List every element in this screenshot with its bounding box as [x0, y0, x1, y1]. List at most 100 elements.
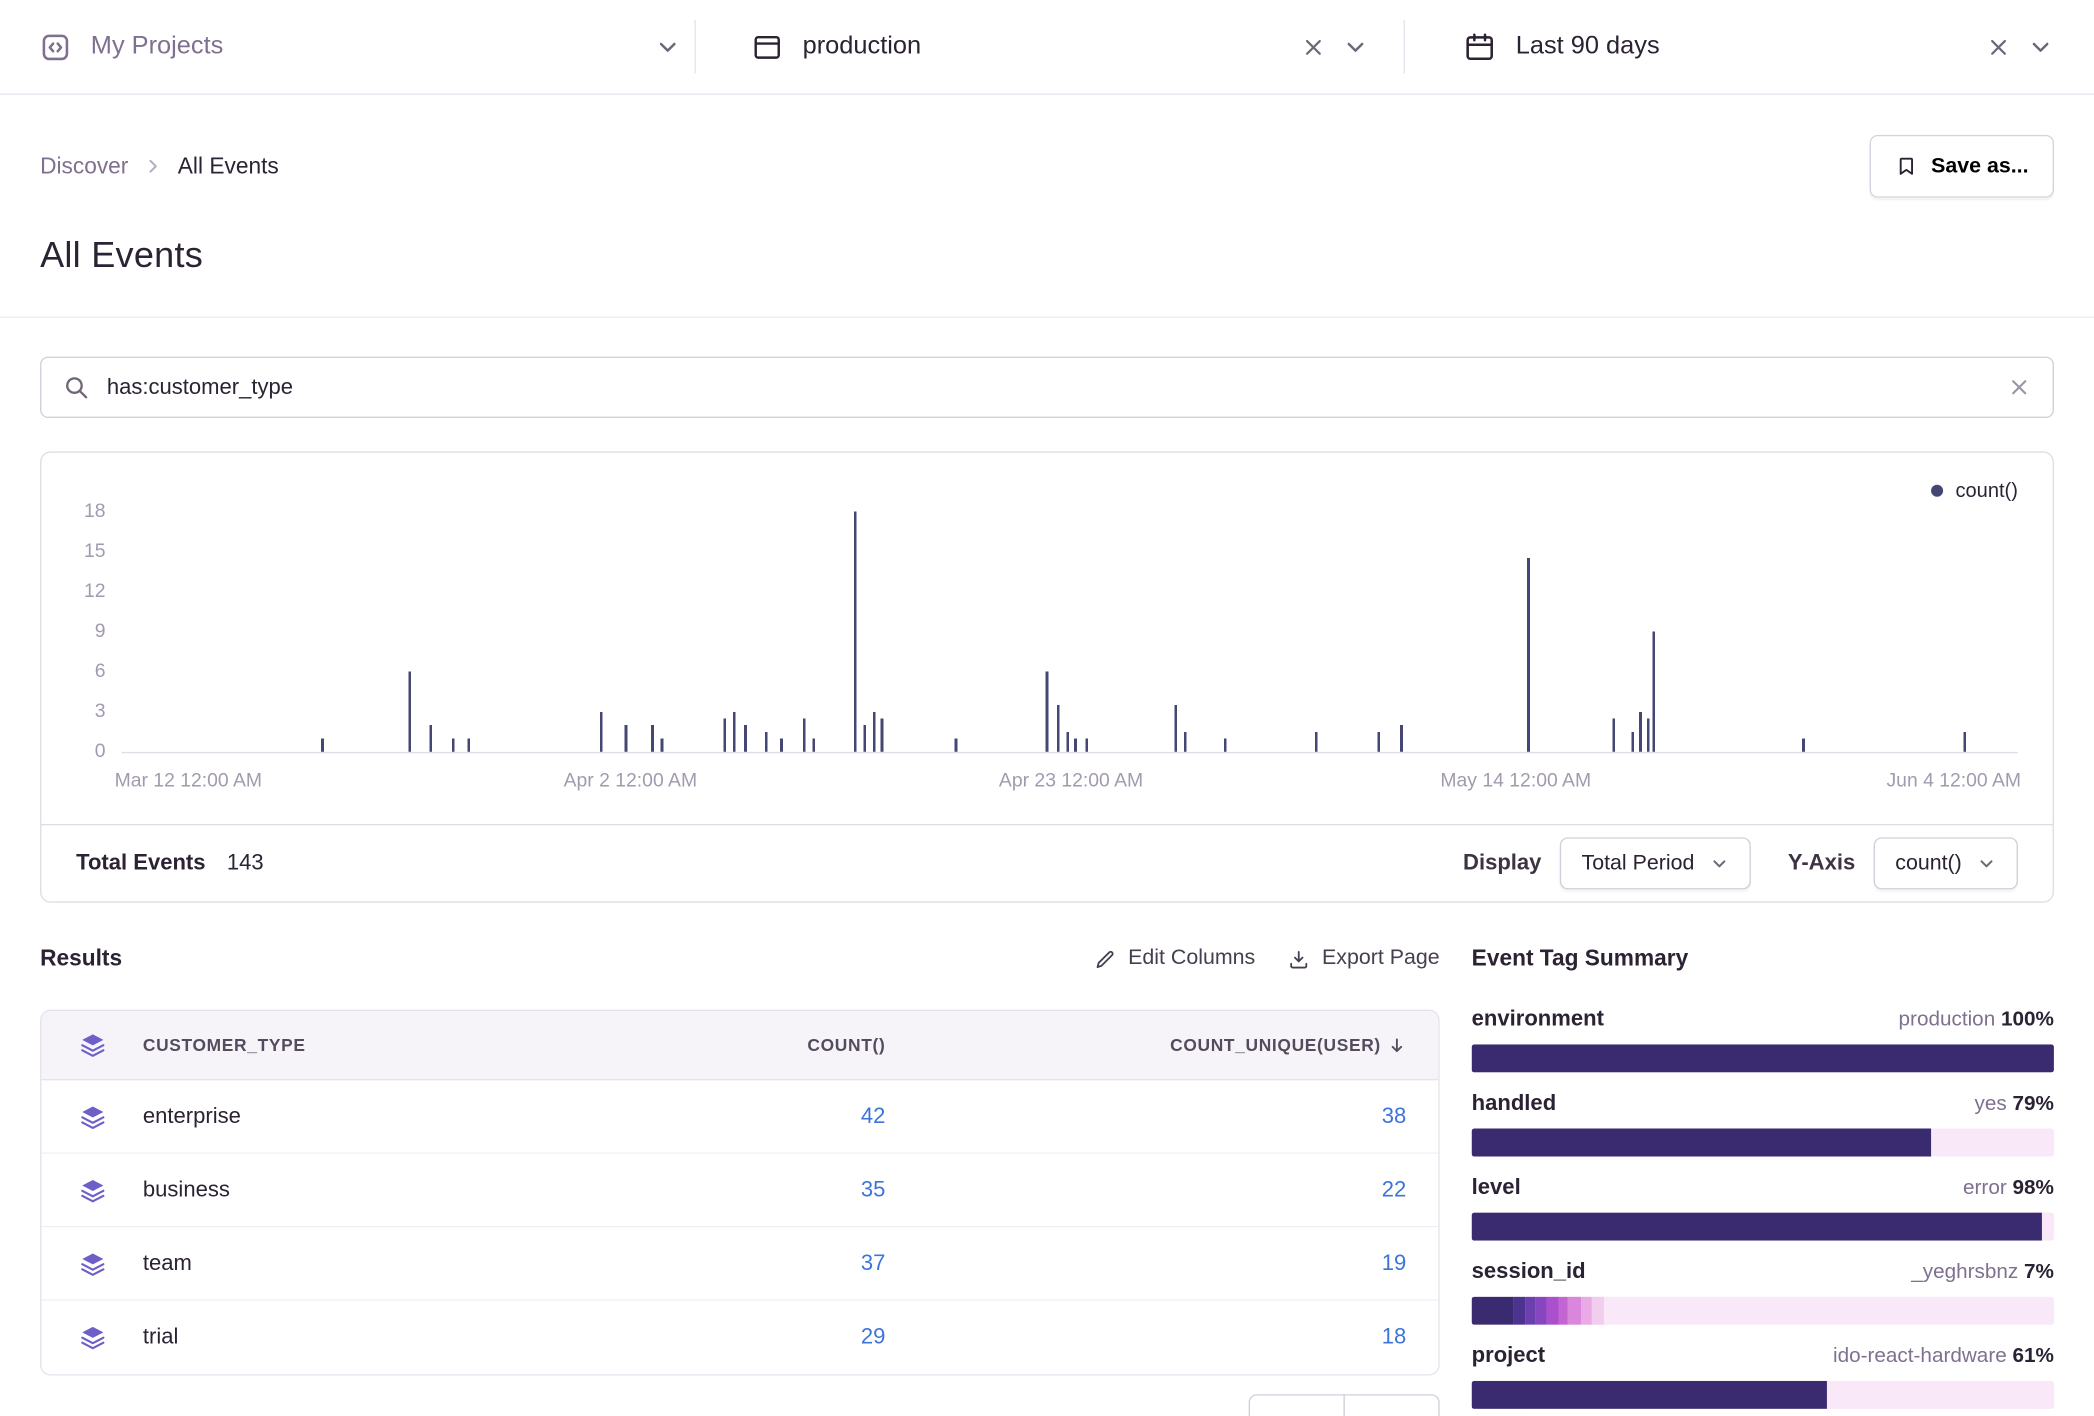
count-link[interactable]: 37: [698, 1251, 885, 1276]
events-chart-panel: count() 0 3 6 9 12 15 18 Mar 12 12:00 AM Apr 2 …: [40, 451, 2054, 902]
pagination: [40, 1394, 1440, 1416]
tag-distribution-bar: [1472, 1044, 2054, 1072]
clear-search-icon[interactable]: [2007, 375, 2031, 399]
tag-bar-segment[interactable]: [1546, 1297, 1559, 1325]
chevron-down-icon[interactable]: [2027, 33, 2054, 60]
pencil-icon: [1093, 948, 1116, 971]
column-header-count-unique-label: COUNT_UNIQUE(USER): [1170, 1035, 1381, 1055]
tag-summary-item: handledyes 79%: [1472, 1091, 2054, 1156]
event-volume-chart[interactable]: [122, 511, 2018, 751]
page-header: Discover All Events Save as... All Event…: [0, 135, 2094, 318]
breadcrumb-discover[interactable]: Discover: [40, 153, 128, 180]
customer-type-value: enterprise: [143, 1104, 699, 1129]
customer-type-value: trial: [143, 1325, 699, 1350]
results-table: CUSTOMER_TYPE COUNT() COUNT_UNIQUE(USER)…: [40, 1010, 1440, 1376]
display-label: Display: [1463, 851, 1541, 876]
tag-bar-segment[interactable]: [1536, 1297, 1546, 1325]
layers-icon: [41, 1104, 142, 1129]
y-tick-label: 12: [84, 578, 106, 605]
display-mode-value: Total Period: [1582, 851, 1695, 875]
tag-bar-segment[interactable]: [1472, 1044, 2054, 1072]
results-title: Results: [40, 946, 122, 973]
y-axis-labels: 0369121518: [41, 511, 105, 751]
search-input[interactable]: [107, 375, 1990, 400]
tag-summary-item: projectido-react-hardware 61%: [1472, 1343, 2054, 1408]
environment-selector[interactable]: production: [696, 0, 1404, 93]
x-tick-label: May 14 12:00 AM: [1440, 771, 1591, 792]
chevron-down-icon[interactable]: [654, 33, 681, 60]
y-tick-label: 6: [95, 658, 106, 685]
tag-bar-segment[interactable]: [1512, 1297, 1525, 1325]
x-tick-label: Mar 12 12:00 AM: [115, 771, 262, 792]
next-page-button[interactable]: [1343, 1394, 1439, 1416]
y-tick-label: 3: [95, 698, 106, 725]
y-tick-label: 18: [84, 498, 106, 525]
table-row[interactable]: enterprise4238: [41, 1080, 1438, 1153]
tag-top-value: ido-react-hardware 61%: [1833, 1345, 2054, 1369]
column-header-customer-type[interactable]: CUSTOMER_TYPE: [143, 1035, 699, 1055]
y-tick-label: 9: [95, 618, 106, 645]
topbar: My Projects production: [0, 0, 2094, 95]
tag-top-value: yes 79%: [1975, 1092, 2054, 1116]
tag-bar-segment[interactable]: [1592, 1297, 1605, 1325]
tag-name: level: [1472, 1175, 1521, 1200]
column-header-count-unique[interactable]: COUNT_UNIQUE(USER): [885, 1035, 1438, 1055]
chevron-right-icon: [143, 156, 163, 176]
count-unique-link[interactable]: 38: [885, 1104, 1438, 1129]
tag-bar-segment[interactable]: [1472, 1297, 1513, 1325]
y-tick-label: 0: [95, 739, 106, 766]
y-axis-dropdown[interactable]: count(): [1874, 837, 2018, 889]
tag-summary-list: environmentproduction 100%handledyes 79%…: [1472, 1007, 2054, 1409]
calendar-icon: [1464, 31, 1496, 63]
table-body: enterprise4238business3522team3719trial2…: [41, 1080, 1438, 1374]
total-events-value: 143: [227, 851, 264, 876]
table-row[interactable]: team3719: [41, 1227, 1438, 1300]
count-unique-link[interactable]: 19: [885, 1251, 1438, 1276]
x-tick-label: Apr 23 12:00 AM: [999, 771, 1143, 792]
customer-type-value: business: [143, 1177, 699, 1202]
clear-environment-icon[interactable]: [1301, 34, 1326, 59]
edit-columns-label: Edit Columns: [1128, 947, 1255, 971]
discover-page: My Projects production: [0, 0, 2094, 1416]
count-link[interactable]: 35: [698, 1177, 885, 1202]
tag-distribution-bar: [1472, 1213, 2054, 1241]
count-unique-link[interactable]: 22: [885, 1177, 1438, 1202]
tag-summary-title: Event Tag Summary: [1472, 946, 2054, 973]
tag-name: environment: [1472, 1007, 1604, 1032]
count-unique-link[interactable]: 18: [885, 1325, 1438, 1350]
tag-bar-segment[interactable]: [1568, 1297, 1581, 1325]
x-axis-line: [122, 752, 2018, 753]
display-mode-dropdown[interactable]: Total Period: [1560, 837, 1750, 889]
table-row[interactable]: business3522: [41, 1154, 1438, 1227]
tag-bar-segment[interactable]: [1525, 1297, 1535, 1325]
x-tick-label: Apr 2 12:00 AM: [564, 771, 697, 792]
column-header-count[interactable]: COUNT(): [698, 1035, 885, 1055]
table-row[interactable]: trial2918: [41, 1301, 1438, 1374]
results-header: Results Edit Columns Export Page: [40, 935, 1440, 983]
chevron-down-icon[interactable]: [1342, 33, 1369, 60]
tag-bar-segment[interactable]: [1559, 1297, 1568, 1325]
chart-legend: count(): [1931, 479, 2017, 502]
bookmark-icon: [1895, 155, 1918, 178]
count-link[interactable]: 29: [698, 1325, 885, 1350]
clear-date-range-icon[interactable]: [1986, 34, 2011, 59]
edit-columns-button[interactable]: Edit Columns: [1093, 947, 1255, 971]
previous-page-button[interactable]: [1249, 1394, 1345, 1416]
layers-icon: [41, 1032, 142, 1057]
tag-bar-segment[interactable]: [1472, 1128, 1932, 1156]
project-selector-label: My Projects: [91, 32, 224, 61]
tag-bar-segment[interactable]: [1472, 1213, 2043, 1241]
layers-icon: [41, 1251, 142, 1276]
tag-bar-segment[interactable]: [1472, 1381, 1827, 1409]
date-range-selector[interactable]: Last 90 days: [1405, 0, 2054, 93]
sort-descending-icon: [1388, 1036, 1407, 1055]
y-tick-label: 15: [84, 538, 106, 565]
total-events-label: Total Events: [76, 851, 205, 876]
save-as-button[interactable]: Save as...: [1870, 135, 2054, 198]
count-link[interactable]: 42: [698, 1104, 885, 1129]
export-page-button[interactable]: Export Page: [1287, 947, 1439, 971]
window-icon: [752, 31, 783, 62]
tag-bar-segment[interactable]: [1581, 1297, 1591, 1325]
project-selector[interactable]: My Projects: [40, 0, 694, 93]
breadcrumb-current: All Events: [178, 153, 279, 180]
